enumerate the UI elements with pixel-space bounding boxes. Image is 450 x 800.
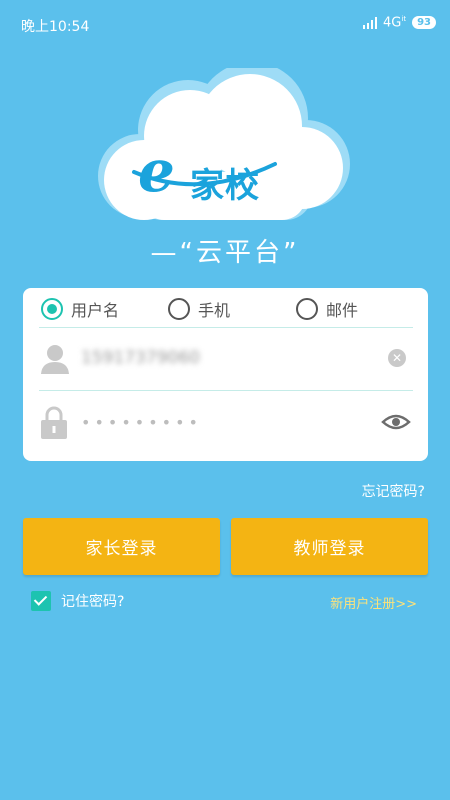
logo-e-letter: e (138, 137, 175, 205)
radio-checked-icon (41, 298, 63, 320)
network-type: 4Git (383, 15, 407, 31)
username-field[interactable]: 15917379060 ✕ (23, 328, 428, 390)
status-indicators: 4Git 93 (363, 15, 436, 30)
login-type-tabs: 用户名 手机 邮件 (23, 288, 428, 328)
remember-password[interactable]: 记住密码? (31, 591, 124, 611)
radio-unchecked-icon (168, 298, 190, 320)
radio-unchecked-icon (296, 298, 318, 320)
login-card: 用户名 手机 邮件 15917379060 ✕ ••••••••• (23, 288, 428, 461)
tab-username[interactable]: 用户名 (41, 297, 119, 321)
teacher-login-button[interactable]: 教师登录 (231, 518, 428, 575)
status-bar: 晚上10:54 4Git 93 (0, 0, 450, 46)
password-field[interactable]: ••••••••• (23, 391, 428, 453)
tab-email[interactable]: 邮件 (296, 297, 358, 321)
username-value: 15917379060 (81, 348, 200, 368)
tab-phone-label: 手机 (198, 301, 231, 320)
forgot-password-link[interactable]: 忘记密码? (362, 481, 425, 501)
register-link[interactable]: 新用户注册>> (330, 593, 417, 612)
checkbox-checked-icon[interactable] (31, 591, 51, 611)
battery-icon: 93 (412, 16, 436, 30)
password-value: ••••••••• (81, 413, 202, 432)
eye-icon[interactable] (381, 413, 411, 431)
tab-email-label: 邮件 (326, 301, 359, 320)
remember-password-label: 记住密码? (61, 594, 125, 610)
parent-login-button[interactable]: 家长登录 (23, 518, 220, 575)
tab-phone[interactable]: 手机 (168, 297, 230, 321)
lock-icon (41, 406, 67, 439)
signal-icon (363, 16, 378, 29)
clear-icon[interactable]: ✕ (388, 349, 406, 367)
status-time: 晚上10:54 (21, 19, 90, 35)
user-icon (41, 345, 69, 374)
slogan: —“云平台” (150, 238, 300, 268)
tab-username-label: 用户名 (71, 301, 120, 320)
logo-name: 家校 (190, 166, 260, 206)
